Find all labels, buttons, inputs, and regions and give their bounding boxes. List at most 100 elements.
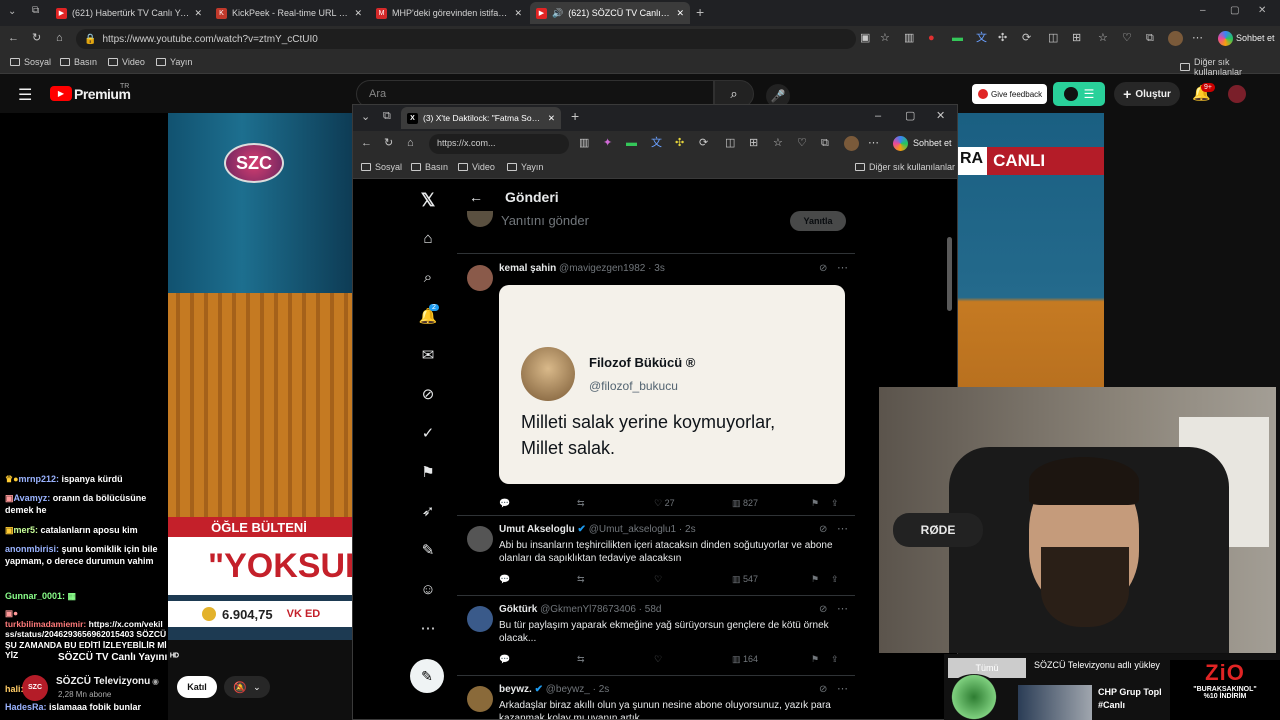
chat-user[interactable]: mrnp212: [19, 474, 60, 484]
tab-sozcu[interactable]: ▶ 🔊 (621) SÖZCÜ TV Canlı Yayını ᴴᴰ ✕ [530, 2, 690, 24]
extension-icon[interactable]: ▥ [579, 138, 589, 149]
refresh-icon[interactable]: ↻ [32, 33, 41, 44]
avatar[interactable] [1168, 31, 1183, 46]
share-icon[interactable]: ⇪ [831, 574, 839, 585]
back-icon[interactable]: ← [361, 138, 372, 149]
scrollbar[interactable] [947, 237, 952, 311]
collections-icon[interactable]: ⧉ [1146, 33, 1154, 44]
retweet-icon[interactable]: ⇆ [577, 574, 585, 585]
close-icon[interactable]: ✕ [514, 8, 522, 19]
youtube-logo-icon[interactable]: ▶ [50, 86, 72, 101]
collections-icon[interactable]: ⧉ [821, 138, 829, 149]
extensions-icon[interactable]: ⊞ [1072, 33, 1081, 44]
post-button[interactable]: ✎ [410, 659, 444, 693]
bookmark-yayin[interactable]: Yayın [507, 162, 543, 172]
bookmarks-icon[interactable]: ⚑ [418, 462, 438, 482]
home-icon[interactable]: ⌂ [407, 138, 414, 149]
favorites-icon[interactable]: ☆ [1098, 33, 1108, 44]
more-icon[interactable]: ⋯ [837, 522, 848, 535]
quoted-image[interactable]: Filozof Bükücü ® @filozof_bukucu Milleti… [499, 285, 845, 484]
retweet-icon[interactable]: ⇆ [577, 498, 585, 509]
favorite-icon[interactable]: ☆ [880, 33, 890, 44]
address-bar[interactable]: 🔒 https://www.youtube.com/watch?v=ztmY_c… [76, 29, 856, 49]
split-screen-icon[interactable]: ◫ [1048, 33, 1058, 44]
refresh-icon[interactable]: ↻ [384, 138, 393, 149]
views-icon[interactable]: ▥ 164 [732, 654, 758, 665]
tab-kickpeek[interactable]: K KickPeek - Real-time URL Crawler ✕ [210, 2, 368, 24]
read-icon[interactable]: ▣ [860, 33, 870, 44]
workspaces-icon[interactable]: ⧉ [383, 111, 391, 122]
tweet[interactable]: Umut Akseloglu ✔ @Umut_akseloglu1 · 2s ⊘… [457, 515, 855, 595]
jobs-icon[interactable]: ➶ [418, 501, 438, 521]
extension-green-icon[interactable]: ▬ [952, 33, 963, 44]
bookmark-video[interactable]: Video [458, 162, 495, 172]
copilot-button[interactable]: Sohbet et [1236, 33, 1275, 43]
tweet-author[interactable]: Göktürk @GkmenYl78673406 · 58d [499, 604, 661, 615]
extensions-icon[interactable]: ⊞ [749, 138, 758, 149]
bookmark-icon[interactable]: ⚑ [811, 654, 819, 665]
extension-puzzle-icon[interactable]: ✣ [998, 33, 1007, 44]
verified-orgs-icon[interactable]: ✓ [418, 423, 438, 443]
speaker-icon[interactable]: 🔊 [552, 8, 563, 19]
close-window-icon[interactable]: ✕ [1258, 5, 1266, 16]
home-icon[interactable]: ⌂ [56, 33, 63, 44]
tab-x-daktilock[interactable]: X (3) X'te Daktilock: "Fatma Soydaş, ✕ [401, 107, 561, 129]
like-icon[interactable]: ♡ [654, 574, 662, 585]
favorites-icon[interactable]: ☆ [773, 138, 783, 149]
extension-star-icon[interactable]: ✣ [675, 138, 684, 149]
tweet-author[interactable]: kemal şahin @mavigezgen1982 · 3s [499, 263, 665, 274]
reply-input[interactable]: Yanıtını gönder [501, 213, 589, 228]
share-icon[interactable]: ⇪ [831, 654, 839, 665]
maximize-icon[interactable]: ▢ [905, 111, 915, 122]
close-icon[interactable]: ✕ [676, 8, 684, 19]
minimize-icon[interactable]: – [1200, 5, 1206, 16]
more-icon[interactable]: ⋯ [837, 261, 848, 274]
close-window-icon[interactable]: ✕ [936, 111, 945, 122]
share-icon[interactable]: ⇪ [831, 498, 839, 509]
more-icon[interactable]: ⋯ [837, 602, 848, 615]
extension-green-icon[interactable]: ▬ [626, 138, 637, 149]
tab-actions-icon[interactable]: ⌄ [361, 112, 370, 123]
video-title[interactable]: CHP Grup Topl #Canlı [1098, 686, 1162, 712]
bookmark-video[interactable]: Video [108, 57, 145, 67]
chat-user[interactable]: hali: [5, 684, 24, 694]
address-text[interactable]: https://www.youtube.com/watch?v=ztmY_cCt… [102, 34, 317, 45]
close-icon[interactable]: ✕ [194, 8, 202, 19]
avatar[interactable] [467, 606, 493, 632]
new-tab-icon[interactable]: + [571, 109, 579, 123]
minimize-icon[interactable]: – [875, 111, 881, 122]
subscribed-button[interactable]: 🔕 ⌄ [224, 676, 270, 698]
chat-user[interactable]: HadesRa: [5, 702, 47, 712]
avatar[interactable] [467, 526, 493, 552]
back-icon[interactable]: ← [8, 33, 19, 44]
reply-icon[interactable]: 💬 [499, 574, 510, 585]
performance-icon[interactable]: ♡ [1122, 33, 1132, 44]
translate-icon[interactable]: 文 [976, 33, 987, 44]
avatar[interactable] [467, 686, 493, 712]
close-icon[interactable]: ✕ [548, 113, 555, 124]
grok-icon[interactable]: ⊘ [819, 524, 827, 535]
tweet-author[interactable]: Umut Akseloglu ✔ @Umut_akseloglu1 · 2s [499, 524, 696, 535]
chat-user[interactable]: mer5: [14, 525, 39, 535]
bookmark-yayin[interactable]: Yayın [156, 57, 192, 67]
chat-user[interactable]: Avamyz: [14, 493, 51, 503]
copilot-icon[interactable] [893, 136, 908, 151]
bookmark-sosyal[interactable]: Sosyal [10, 57, 51, 67]
new-tab-icon[interactable]: + [696, 4, 704, 20]
bookmark-basin[interactable]: Basın [60, 57, 97, 67]
translate-icon[interactable]: 文 [651, 138, 662, 149]
like-icon[interactable]: ♡ 27 [654, 498, 675, 509]
channel-avatar[interactable] [1228, 85, 1246, 103]
bookmark-icon[interactable]: ⚑ [811, 498, 819, 509]
menu-icon[interactable]: ⋯ [1192, 33, 1203, 44]
channel-avatar[interactable]: SZC [22, 675, 48, 701]
tab-haberturk[interactable]: ▶ (621) Habertürk TV Canlı Yayın ᴴᴰ ✕ [50, 2, 208, 24]
performance-icon[interactable]: ♡ [797, 138, 807, 149]
bookmark-other[interactable]: Diğer sık kullanılanlar [1180, 57, 1280, 77]
grok-icon[interactable]: ⊘ [819, 263, 827, 274]
menu-icon[interactable]: ⋯ [868, 138, 879, 149]
address-bar[interactable]: https://x.com... [429, 134, 569, 154]
sync-icon[interactable]: ⟳ [1022, 33, 1031, 44]
bookmark-other[interactable]: Diğer sık kullanılanlar [855, 162, 955, 172]
extension-red-icon[interactable]: ● [928, 33, 935, 44]
